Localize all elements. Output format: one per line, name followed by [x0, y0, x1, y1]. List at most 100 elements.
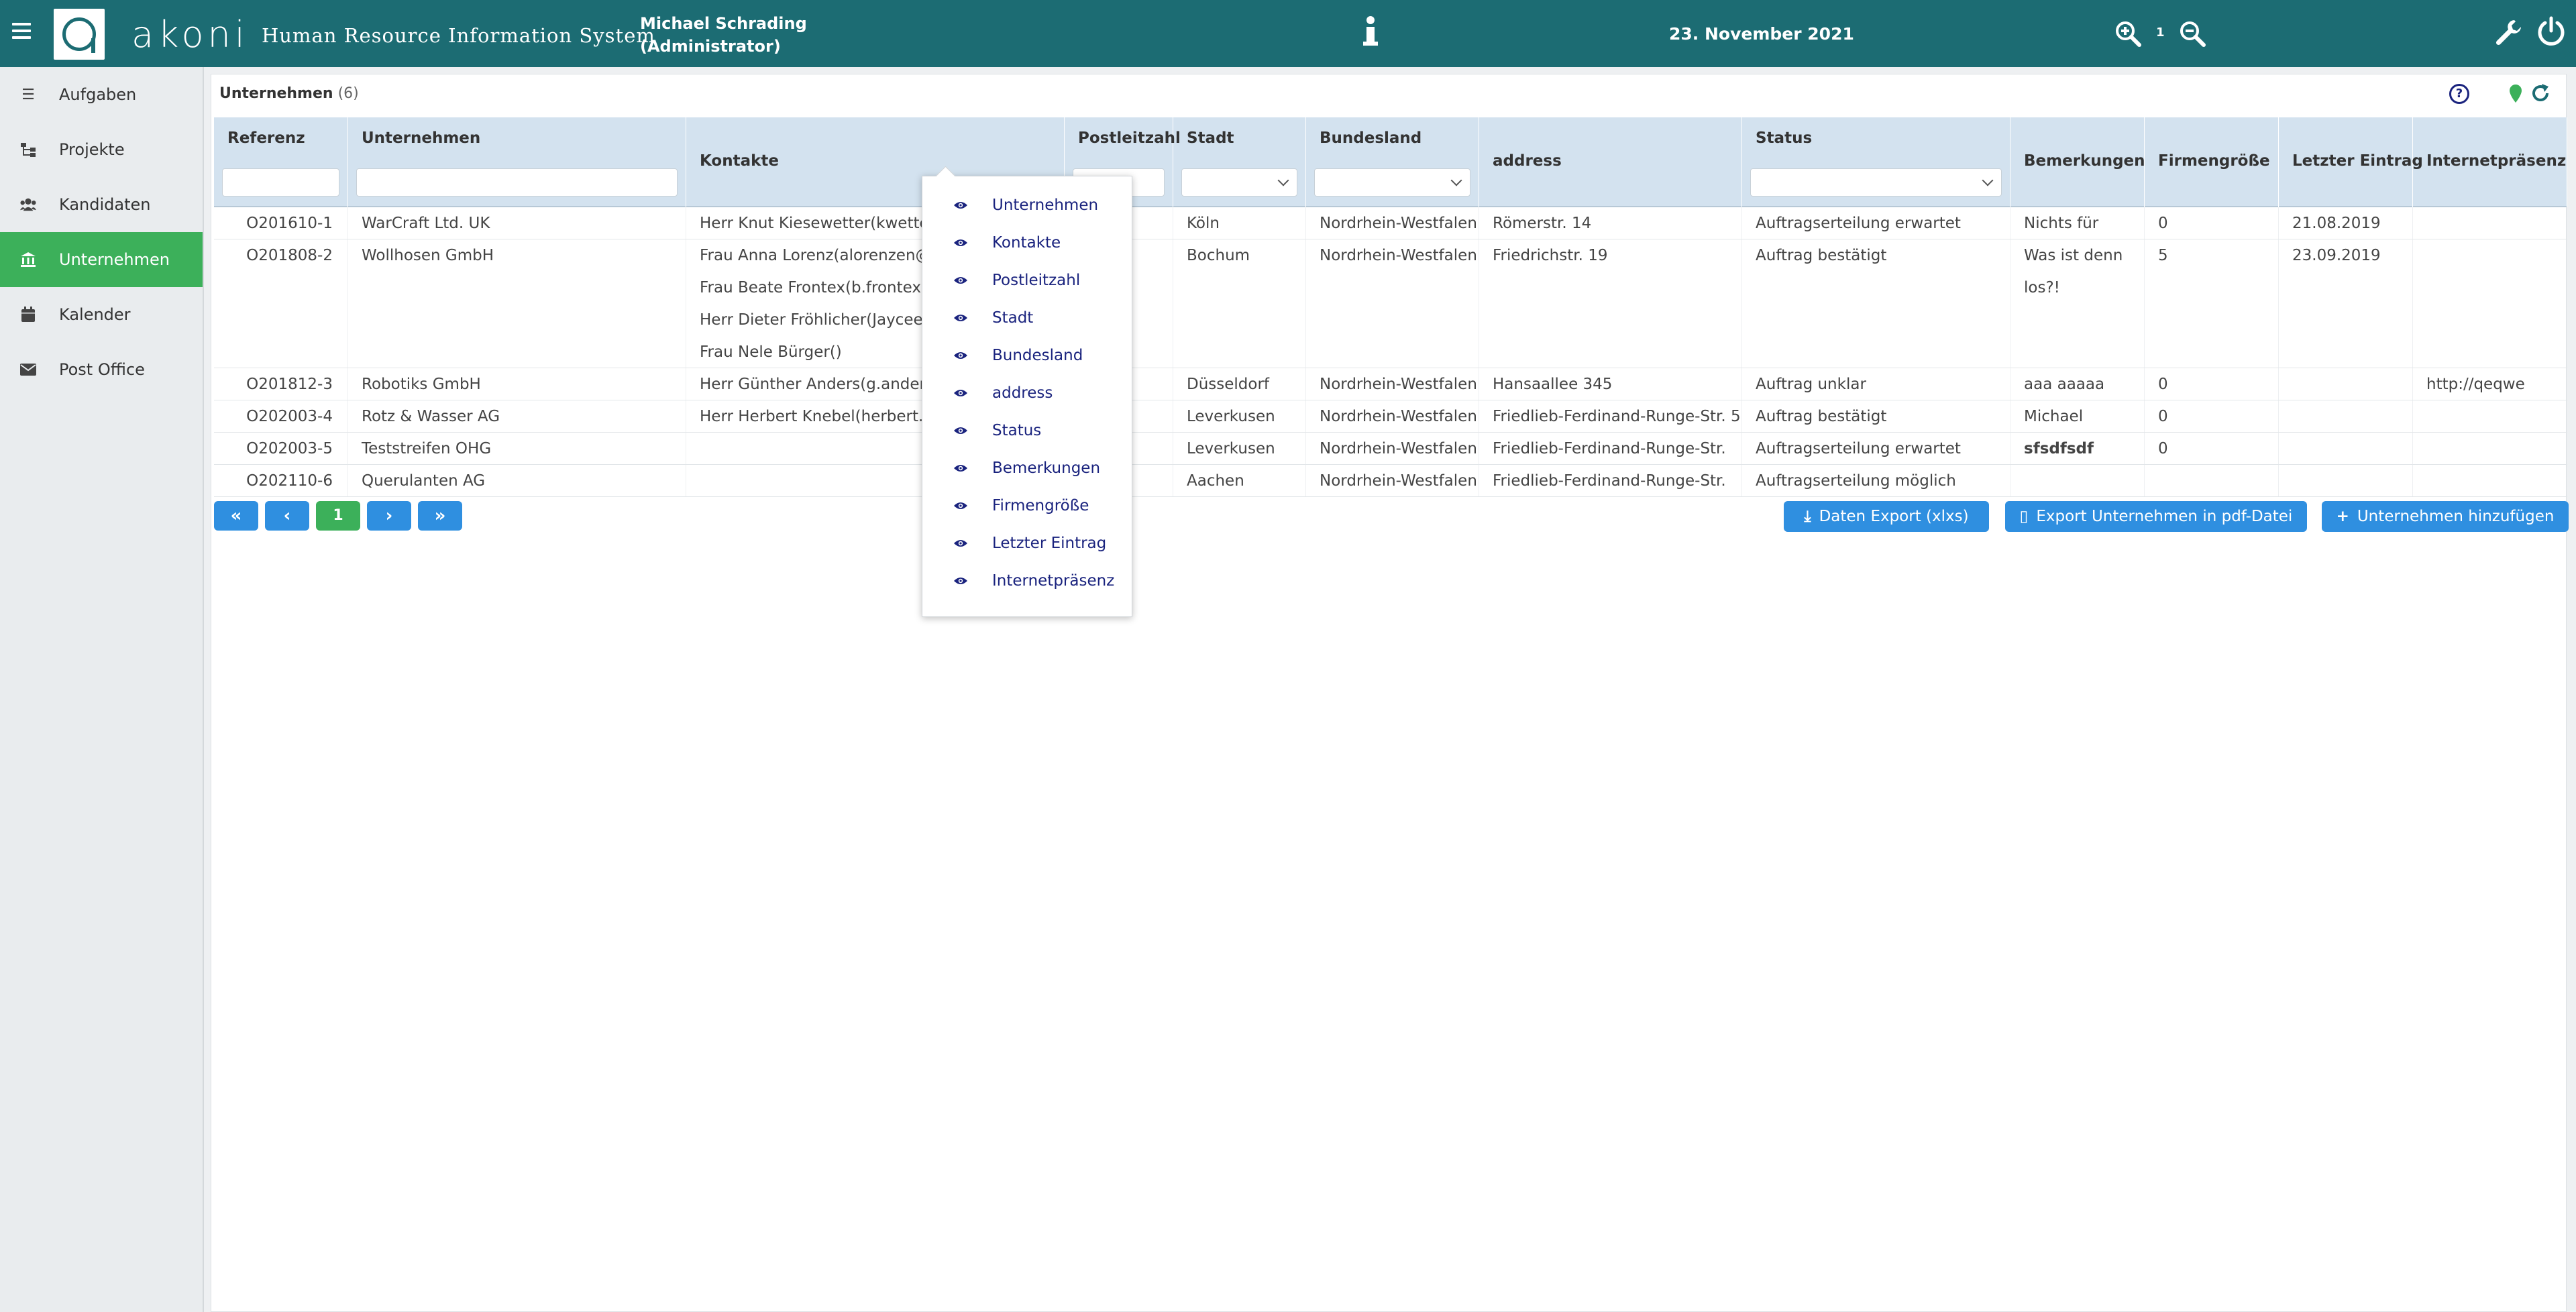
envelope-icon	[20, 362, 36, 378]
column-toggle-item[interactable]: Status	[922, 411, 1133, 449]
sidebar-item-kandidaten[interactable]: Kandidaten	[0, 177, 203, 232]
column-label: Internetpräsenz	[2426, 152, 2567, 170]
power-icon[interactable]	[2536, 16, 2567, 47]
column-address[interactable]: address	[1479, 117, 1742, 207]
column-toggle-label: Unternehmen	[992, 197, 1099, 214]
add-company-button[interactable]: + Unternehmen hinzufügen	[2322, 501, 2569, 532]
wrench-icon[interactable]	[2494, 17, 2524, 47]
export-pdf-button[interactable]: ▯ Export Unternehmen in pdf-Datei	[2005, 501, 2307, 532]
filter-bundesland-select[interactable]	[1314, 168, 1470, 197]
sidebar-item-kalender[interactable]: Kalender	[0, 287, 203, 342]
logo-icon	[54, 9, 105, 60]
eye-icon	[954, 502, 967, 509]
column-firmengroesse[interactable]: Firmengröße	[2145, 117, 2279, 207]
info-icon[interactable]	[1363, 16, 1378, 50]
column-label: address	[1493, 152, 1562, 170]
column-stadt[interactable]: Stadt	[1173, 117, 1306, 207]
column-status[interactable]: Status	[1742, 117, 2010, 207]
cell-bemerkungen: Nichts für	[2010, 207, 2145, 239]
column-label: Firmengröße	[2158, 152, 2270, 170]
cell-unternehmen: Querulanten AG	[348, 465, 686, 496]
cell-unternehmen: Wollhosen GmbH	[348, 239, 686, 368]
column-bemerkungen[interactable]: Bemerkungen	[2010, 117, 2145, 207]
column-label: Bundesland	[1320, 129, 1422, 147]
column-label: Postleitzahl	[1078, 129, 1181, 147]
column-toggle-label: Stadt	[992, 309, 1034, 327]
sidebar-item-label: Kalender	[59, 305, 131, 324]
logo-text: akoni	[131, 13, 249, 56]
cell-status: Auftrag unklar	[1742, 368, 2010, 400]
column-toggle-item[interactable]: Stadt	[922, 298, 1133, 336]
table-row[interactable]: O201610-1 WarCraft Ltd. UK Herr Knut Kiese…	[214, 207, 2567, 239]
sidebar-item-post-office[interactable]: Post Office	[0, 342, 203, 397]
export-xlsx-button[interactable]: ⤓ Daten Export (xlxs)	[1784, 501, 1989, 532]
cell-bundesland: Nordrhein-Westfalen	[1306, 239, 1479, 368]
column-toggle-item[interactable]: Bemerkungen	[922, 449, 1133, 486]
column-toggle-item[interactable]: address	[922, 374, 1133, 411]
refresh-icon[interactable]	[2530, 83, 2551, 104]
eye-icon	[954, 427, 967, 434]
building-icon	[20, 252, 36, 268]
cell-address: Friedlieb-Ferdinand-Runge-Str.	[1479, 433, 1742, 464]
column-toggle-label: Postleitzahl	[992, 272, 1081, 289]
cell-firmengroesse: 5	[2145, 239, 2279, 368]
cell-internetpraesenz	[2413, 465, 2567, 496]
last-page-button[interactable]: »	[418, 501, 462, 531]
column-toggle-label: Firmengröße	[992, 497, 1089, 514]
sidebar-item-unternehmen[interactable]: Unternehmen	[0, 232, 203, 287]
cell-unternehmen: Robotiks GmbH	[348, 368, 686, 400]
page-1-button[interactable]: 1	[316, 501, 360, 531]
column-toggle-item[interactable]: Postleitzahl	[922, 261, 1133, 298]
cell-address: Hansaallee 345	[1479, 368, 1742, 400]
cell-status: Auftrag bestätigt	[1742, 239, 2010, 368]
column-referenz[interactable]: Referenz	[214, 117, 348, 207]
zoom-in-icon[interactable]	[2114, 20, 2141, 47]
filter-referenz-input[interactable]	[222, 168, 339, 197]
sidebar-item-label: Kandidaten	[59, 195, 151, 214]
help-icon[interactable]: ?	[2449, 84, 2469, 104]
first-page-button[interactable]: «	[214, 501, 258, 531]
sidebar: ☰ Aufgaben Projekte Kandidaten Unternehm…	[0, 67, 204, 1312]
filter-stadt-select[interactable]	[1181, 168, 1297, 197]
cell-bundesland: Nordrhein-Westfalen	[1306, 465, 1479, 496]
cell-bemerkungen	[2010, 465, 2145, 496]
sidebar-item-aufgaben[interactable]: ☰ Aufgaben	[0, 67, 203, 122]
column-unternehmen[interactable]: Unternehmen	[348, 117, 686, 207]
column-toggle-item[interactable]: Unternehmen	[922, 186, 1133, 223]
cell-letzter-eintrag	[2279, 433, 2413, 464]
column-letzter-eintrag[interactable]: Letzter Eintrag	[2279, 117, 2423, 207]
column-internetpraesenz[interactable]: Internetpräsenz	[2413, 117, 2567, 207]
cell-internetpraesenz	[2413, 433, 2567, 464]
table-row[interactable]: O202110-6 Querulanten AG Aachen Nordrhein-W…	[214, 465, 2567, 497]
eye-icon	[954, 390, 967, 396]
column-toggle-label: Internetpräsenz	[992, 572, 1115, 590]
cell-referenz: O202003-5	[214, 433, 348, 464]
next-page-button[interactable]: ›	[367, 501, 411, 531]
column-toggle-item[interactable]: Internetpräsenz	[922, 561, 1133, 599]
table-row[interactable]: O202003-5 Teststreifen OHG Leverkusen Nordr…	[214, 433, 2567, 465]
app-title: Human Resource Information System	[262, 24, 655, 47]
filter-unternehmen-input[interactable]	[356, 168, 678, 197]
cell-letzter-eintrag: 23.09.2019	[2279, 239, 2413, 368]
map-pin-icon[interactable]	[2508, 84, 2523, 104]
sidebar-item-projekte[interactable]: Projekte	[0, 122, 203, 177]
zoom-out-icon[interactable]	[2179, 20, 2206, 47]
column-toggle-item[interactable]: Kontakte	[922, 223, 1133, 261]
column-bundesland[interactable]: Bundesland	[1306, 117, 1479, 207]
table-row[interactable]: O202003-4 Rotz & Wasser AG Herr Herbert Kn…	[214, 400, 2567, 433]
table-header: Referenz Unternehmen Kontakte Postleitza…	[214, 117, 2567, 207]
list-icon: ☰	[21, 86, 35, 103]
table-row[interactable]: O201808-2 Wollhosen GmbH Frau Anna Lorenz(…	[214, 239, 2567, 368]
cell-internetpraesenz	[2413, 400, 2567, 432]
menu-icon[interactable]	[12, 23, 31, 44]
prev-page-button[interactable]: ‹	[265, 501, 309, 531]
column-toggle-item[interactable]: Letzter Eintrag	[922, 524, 1133, 561]
cell-address: Friedlieb-Ferdinand-Runge-Str. 50	[1479, 400, 1742, 432]
eye-icon	[954, 352, 967, 359]
table-row[interactable]: O201812-3 Robotiks GmbH Herr Günther Ander…	[214, 368, 2567, 400]
cell-bemerkungen: aaa aaaaa	[2010, 368, 2145, 400]
cell-firmengroesse	[2145, 465, 2279, 496]
filter-status-select[interactable]	[1750, 168, 2002, 197]
column-toggle-item[interactable]: Bundesland	[922, 336, 1133, 374]
column-toggle-item[interactable]: Firmengröße	[922, 486, 1133, 524]
